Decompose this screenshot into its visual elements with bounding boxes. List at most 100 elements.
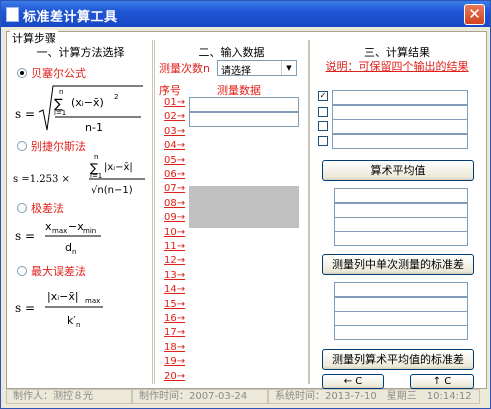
seq-label: 11→ — [164, 241, 186, 252]
result-field-4[interactable] — [332, 134, 468, 149]
result-panel: 三、计算结果 说明：可保留四个输出的结果 ✓ 算术平均值 测量列中单次测量的标准… — [309, 40, 484, 389]
svg-text:n-1: n-1 — [85, 121, 103, 134]
single-std-field-4[interactable] — [334, 325, 468, 340]
result-checkbox-3[interactable] — [318, 121, 328, 131]
result-field-2[interactable] — [332, 105, 468, 120]
svg-text:s =: s = — [15, 301, 35, 315]
mean-field-2[interactable] — [334, 203, 468, 218]
method-heading: 一、计算方法选择 — [36, 46, 125, 59]
seq-label: 13→ — [164, 269, 186, 281]
seq-label: 07→ — [164, 183, 186, 195]
count-select[interactable]: 请选择 ▼ — [217, 60, 297, 77]
count-select-value: 请选择 — [221, 66, 251, 77]
svg-text:i=1: i=1 — [54, 109, 66, 117]
svg-text:max: max — [52, 227, 67, 235]
data-input-01[interactable] — [189, 97, 299, 112]
close-button[interactable]: ✕ — [464, 4, 485, 25]
seq-header: 序号 — [159, 84, 181, 97]
result-checkbox-4[interactable] — [318, 136, 328, 146]
svg-text:|xᵢ−x̄|: |xᵢ−x̄| — [104, 162, 133, 173]
seq-label: 18→ — [164, 341, 186, 353]
up-c-button[interactable]: ↑ C — [410, 374, 474, 389]
close-icon: ✕ — [468, 5, 481, 23]
svg-text:2: 2 — [114, 93, 118, 101]
svg-text:n: n — [76, 321, 80, 329]
seq-label: 20→ — [164, 370, 186, 382]
peters-formula: s =1.253 × n ∑ i=1 |xᵢ−x̄| √n(n−1) — [13, 153, 145, 196]
seq-label: 10→ — [164, 226, 186, 238]
seq-label: 08→ — [164, 197, 186, 209]
radio-peters[interactable] — [17, 141, 27, 151]
seq-label: 02→ — [164, 111, 186, 123]
result-field-1[interactable] — [332, 90, 468, 105]
status-system-time: 系统时间：2013-7-10 星期三 10:14:12 — [268, 389, 480, 404]
dropdown-arrow-icon[interactable]: ▼ — [281, 61, 296, 75]
input-heading: 二、输入数据 — [198, 46, 265, 59]
result-field-3[interactable] — [332, 119, 468, 134]
app-icon — [6, 7, 19, 22]
seq-label: 04→ — [164, 140, 186, 152]
seq-label: 17→ — [164, 327, 186, 339]
steps-frame: 计算步骤 一、计算方法选择 贝塞尔公式 s = n ∑ i=1 (xᵢ−x̄) … — [6, 30, 487, 389]
bessel-formula: s = n ∑ i=1 (xᵢ−x̄) 2 n-1 — [15, 85, 143, 134]
radio-range[interactable] — [17, 203, 27, 213]
status-author: 制作人：测控８光 — [6, 389, 132, 404]
single-std-field-3[interactable] — [334, 311, 468, 326]
single-std-button[interactable]: 测量列中单次测量的标准差 — [322, 254, 474, 275]
svg-text:k′: k′ — [67, 314, 76, 327]
label-bessel: 贝塞尔公式 — [31, 67, 86, 80]
seq-label: 12→ — [164, 255, 186, 267]
single-std-field-1[interactable] — [334, 282, 468, 297]
svg-text:(xᵢ−x̄): (xᵢ−x̄) — [71, 96, 104, 109]
count-label: 测量次数n — [159, 62, 210, 75]
data-input-02[interactable] — [189, 112, 299, 127]
maxerror-formula: s = |xᵢ−x̄| max k′ n — [15, 290, 103, 329]
mean-field-3[interactable] — [334, 217, 468, 232]
result-checkbox-1[interactable]: ✓ — [318, 91, 328, 101]
status-bar: 制作人：测控８光 制作时间：2007-03-24 系统时间：2013-7-10 … — [6, 389, 485, 404]
svg-text:√n(n−1): √n(n−1) — [91, 185, 133, 196]
result-checkbox-2[interactable] — [318, 107, 328, 117]
single-std-field-2[interactable] — [334, 297, 468, 312]
mean-button[interactable]: 算术平均值 — [322, 160, 474, 181]
data-header: 测量数据 — [217, 84, 261, 97]
back-c-button[interactable]: ← C — [322, 374, 384, 389]
label-maxerror: 最大误差法 — [31, 265, 86, 278]
seq-label: 06→ — [164, 169, 186, 180]
seq-label: 19→ — [164, 356, 186, 368]
title-bar: 标准差计算工具 ✕ — [1, 1, 490, 27]
status-made: 制作时间：2007-03-24 — [132, 389, 268, 404]
seq-label: 14→ — [164, 284, 186, 296]
svg-text:s =1.253 ×: s =1.253 × — [13, 174, 70, 185]
seq-label: 01→ — [164, 97, 186, 108]
radio-maxerror[interactable] — [17, 266, 27, 276]
label-range: 极差法 — [31, 202, 64, 215]
result-note: 说明：可保留四个输出的结果 — [325, 60, 469, 73]
svg-text:s =: s = — [15, 107, 35, 121]
svg-text:−x: −x — [68, 220, 84, 233]
svg-text:|xᵢ−x̄|: |xᵢ−x̄| — [47, 290, 79, 303]
seq-label: 15→ — [164, 298, 186, 310]
check-icon: ✓ — [319, 91, 327, 100]
window-title: 标准差计算工具 — [23, 10, 118, 25]
input-panel: 二、输入数据 测量次数n 请选择 ▼ 序号 测量数据 01→ 02→ 03→ 04→ 0… — [154, 40, 309, 384]
svg-text:n: n — [94, 153, 98, 161]
mean-field-1[interactable] — [334, 188, 468, 203]
mean-std-button[interactable]: 测量列算术平均值的标准差 — [322, 349, 474, 370]
mean-field-4[interactable] — [334, 231, 468, 246]
app-window: 标准差计算工具 ✕ 计算步骤 一、计算方法选择 贝塞尔公式 s = n ∑ i=… — [0, 0, 491, 409]
svg-text:n: n — [59, 88, 63, 96]
method-panel: 一、计算方法选择 贝塞尔公式 s = n ∑ i=1 (xᵢ−x̄) 2 n-1… — [9, 40, 153, 384]
radio-bessel[interactable] — [17, 68, 27, 78]
svg-text:max: max — [85, 297, 100, 305]
seq-label: 05→ — [164, 154, 186, 166]
range-formula: s = x max −x min dn — [15, 220, 101, 256]
svg-text:min: min — [83, 227, 96, 235]
svg-text:x: x — [45, 220, 52, 233]
input-placeholder-block — [189, 186, 299, 228]
svg-text:d: d — [65, 241, 72, 254]
svg-text:s =: s = — [15, 229, 35, 243]
svg-text:n: n — [72, 248, 76, 256]
seq-label: 16→ — [164, 313, 186, 324]
seq-label: 09→ — [164, 212, 186, 224]
